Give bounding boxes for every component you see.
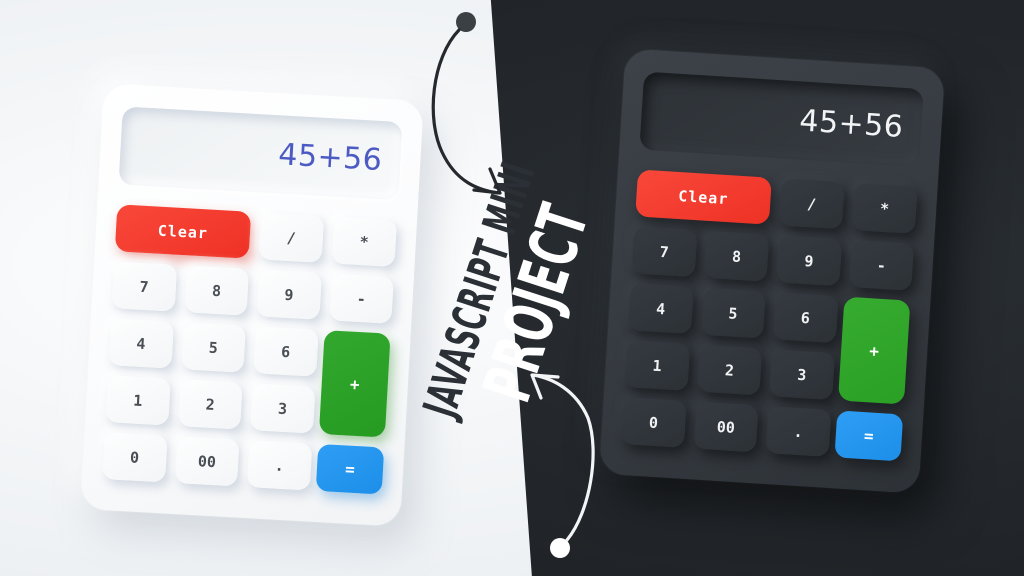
digit-1-button[interactable]: 1 — [624, 340, 690, 391]
digit-0-button[interactable]: 0 — [102, 431, 168, 483]
decimal-point-button[interactable]: . — [765, 406, 831, 457]
digit-6-button[interactable]: 6 — [253, 326, 319, 377]
digit-8-button[interactable]: 8 — [703, 230, 770, 282]
multiply-button[interactable]: * — [851, 183, 918, 234]
digit-9-button[interactable]: 9 — [776, 235, 842, 287]
keypad-row: 0 00 . = — [102, 431, 385, 495]
keypad-row: 0 00 . = — [620, 396, 904, 462]
subtract-button[interactable]: - — [848, 239, 914, 291]
digit-7-button[interactable]: 7 — [111, 261, 177, 312]
display-value-light: 45+56 — [277, 136, 384, 178]
add-button[interactable]: + — [838, 296, 911, 405]
calculator-display-dark[interactable]: 45+56 — [639, 71, 924, 168]
clear-button[interactable]: Clear — [114, 204, 251, 259]
digit-6-button[interactable]: 6 — [772, 292, 839, 344]
digit-5-button[interactable]: 5 — [180, 322, 246, 373]
double-zero-button[interactable]: 00 — [174, 436, 240, 487]
multiply-button[interactable]: * — [331, 216, 397, 267]
digit-9-button[interactable]: 9 — [256, 269, 322, 320]
keypad-row: Clear / * — [635, 169, 918, 234]
calculator-display-light[interactable]: 45+56 — [118, 106, 403, 200]
equals-button[interactable]: = — [315, 443, 385, 495]
equals-button[interactable]: = — [834, 410, 904, 462]
digit-3-button[interactable]: 3 — [769, 349, 835, 400]
calculator-dark: 45+56 Clear / * 7 8 9 - 4 5 6 + 1 2 3 0 … — [598, 48, 946, 494]
digit-1-button[interactable]: 1 — [105, 375, 171, 426]
subtract-button[interactable]: - — [328, 273, 394, 324]
keypad-row: 4 5 6 + — [108, 318, 391, 438]
digit-2-button[interactable]: 2 — [177, 379, 243, 430]
digit-5-button[interactable]: 5 — [700, 287, 766, 339]
digit-7-button[interactable]: 7 — [631, 226, 697, 278]
digit-3-button[interactable]: 3 — [250, 383, 316, 434]
divide-button[interactable]: / — [778, 178, 845, 230]
keypad-row: 7 8 9 - — [631, 226, 914, 291]
calculator-light: 45+56 Clear / * 7 8 9 - 4 5 6 + 1 2 3 0 … — [80, 83, 424, 527]
keypad-row: 7 8 9 - — [111, 261, 394, 324]
keypad-light: Clear / * 7 8 9 - 4 5 6 + 1 2 3 0 00 . = — [102, 204, 397, 495]
display-value-dark: 45+56 — [798, 102, 905, 145]
screenshot-stage: 45+56 Clear / * 7 8 9 - 4 5 6 + 1 2 3 0 … — [0, 0, 1024, 576]
keypad-row: 4 5 6 + — [628, 283, 911, 405]
keypad-row: Clear / * — [114, 204, 397, 267]
decimal-point-button[interactable]: . — [246, 440, 312, 491]
divide-button[interactable]: / — [258, 212, 324, 263]
keypad-dark: Clear / * 7 8 9 - 4 5 6 + 1 2 3 0 00 . = — [620, 169, 918, 462]
add-button[interactable]: + — [318, 330, 391, 438]
digit-0-button[interactable]: 0 — [620, 396, 687, 448]
digit-2-button[interactable]: 2 — [696, 344, 763, 396]
digit-4-button[interactable]: 4 — [108, 318, 174, 369]
clear-button[interactable]: Clear — [635, 169, 772, 225]
double-zero-button[interactable]: 00 — [693, 401, 759, 453]
digit-8-button[interactable]: 8 — [183, 265, 250, 316]
digit-4-button[interactable]: 4 — [628, 283, 694, 334]
